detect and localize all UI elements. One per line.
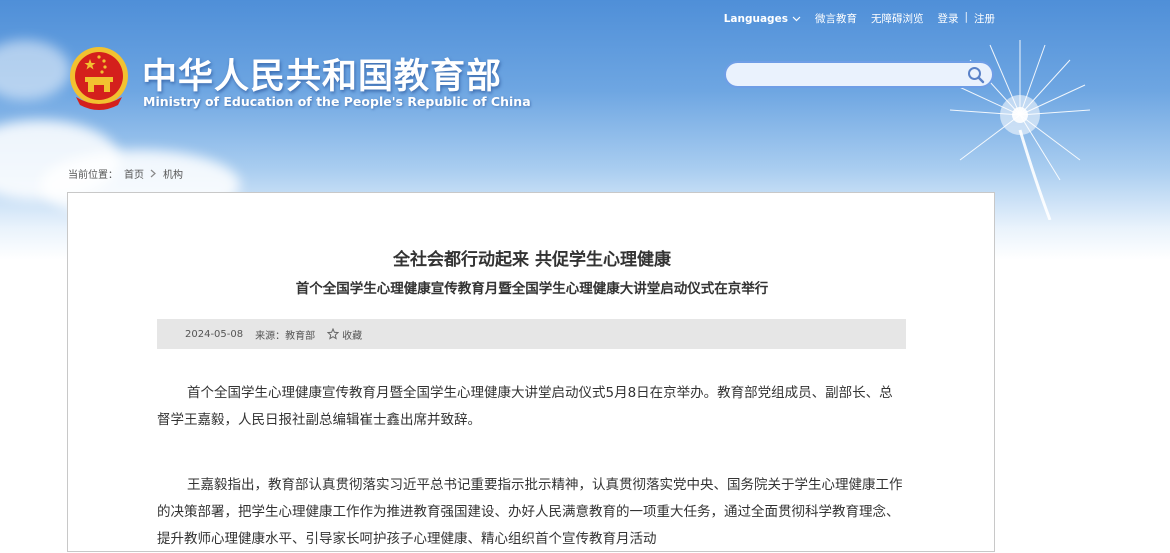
article-title: 全社会都行动起来 共促学生心理健康: [393, 250, 671, 270]
breadcrumb-home[interactable]: 首页: [124, 166, 144, 181]
register-link[interactable]: 注册: [974, 11, 995, 26]
breadcrumb-label: 当前位置：: [68, 170, 118, 181]
article-date: 2024-05-08: [185, 328, 244, 340]
chevron-down-icon: [792, 16, 801, 21]
article-card: 全社会都行动起来 共促学生心理健康 首个全国学生心理健康宣传教育月暨全国学生心理…: [67, 192, 995, 552]
languages-dropdown[interactable]: Languages: [724, 13, 801, 25]
national-emblem-logo[interactable]: [68, 45, 130, 111]
article-paragraph: 王嘉毅指出，教育部认真贯彻落实习近平总书记重要指示批示精神，认真贯彻落实党中央、…: [157, 477, 903, 547]
star-icon: [327, 328, 340, 340]
search-icon[interactable]: [967, 66, 985, 84]
chevron-right-icon: [150, 169, 156, 178]
search-input[interactable]: [738, 67, 967, 85]
favorite-label: 收藏: [342, 330, 363, 342]
article-meta-bar: 2024-05-08 来源：教育部 收藏: [157, 319, 906, 349]
article-paragraph: 首个全国学生心理健康宣传教育月暨全国学生心理健康大讲堂启动仪式5月8日在京举办。…: [157, 385, 893, 428]
site-title-cn: 中华人民共和国教育部: [142, 57, 503, 97]
breadcrumb-current[interactable]: 机构: [163, 166, 183, 181]
weiyan-link[interactable]: 微言教育: [815, 11, 857, 26]
article-source: 来源：教育部: [255, 330, 316, 342]
login-link[interactable]: 登录: [937, 11, 958, 26]
article-subtitle: 首个全国学生心理健康宣传教育月暨全国学生心理健康大讲堂启动仪式在京举行: [295, 281, 769, 297]
cloud-decoration: [0, 40, 70, 100]
favorite-button[interactable]: 收藏: [327, 327, 362, 342]
top-utility-bar: Languages 微言教育 无障碍浏览 登录 | 注册: [724, 11, 995, 26]
site-title-en: Ministry of Education of the People's Re…: [143, 94, 531, 109]
divider: |: [964, 11, 968, 23]
breadcrumb: 当前位置： 首页 机构: [68, 166, 183, 181]
accessibility-link[interactable]: 无障碍浏览: [871, 11, 924, 26]
search-box: [724, 61, 994, 88]
languages-label: Languages: [723, 12, 788, 25]
